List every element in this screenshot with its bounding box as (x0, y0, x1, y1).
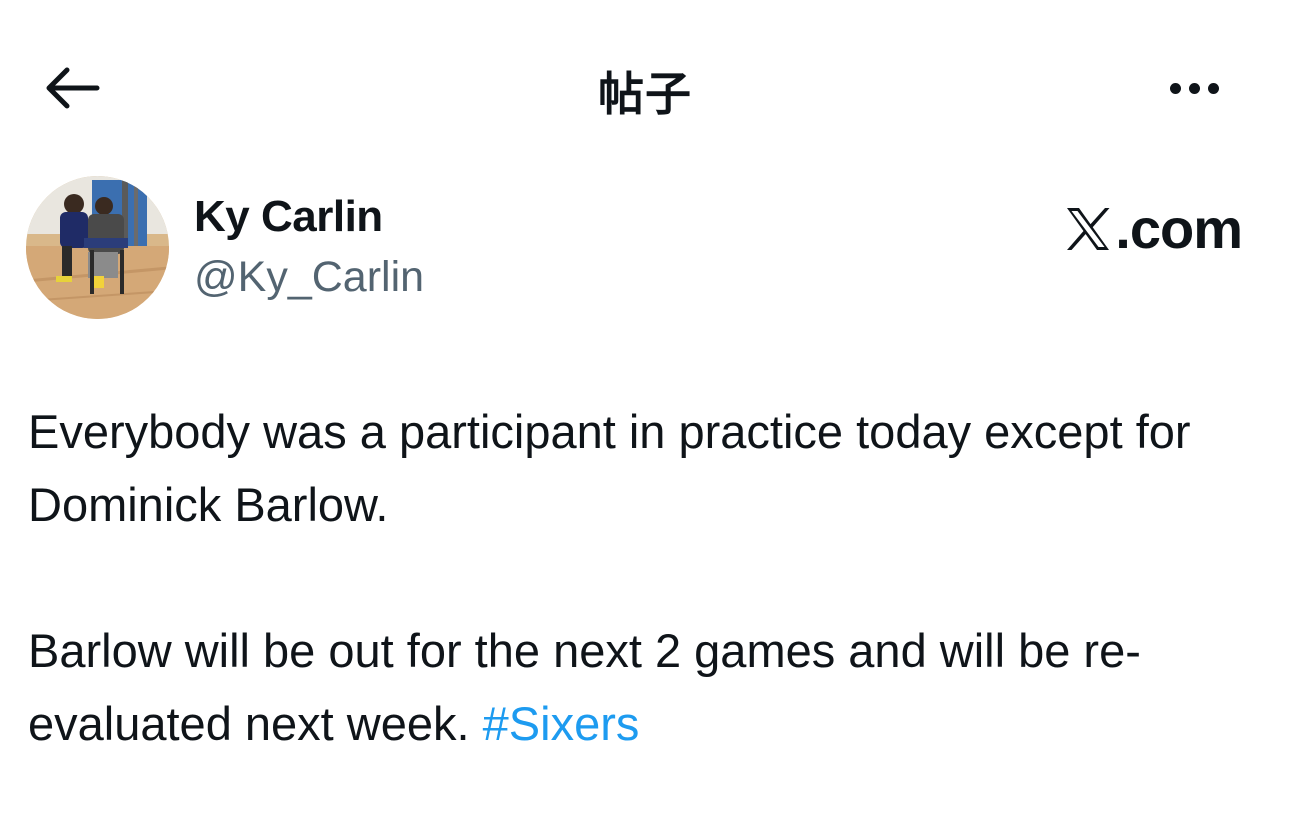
tweet-paragraph: Everybody was a participant in practice … (28, 405, 1191, 531)
author-handle[interactable]: @Ky_Carlin (194, 253, 424, 302)
tweet-author: Ky Carlin @Ky_Carlin .com (26, 176, 1266, 321)
page-title: 帖子 (598, 67, 692, 121)
more-button[interactable] (1156, 64, 1232, 112)
tweet-paragraph: Barlow will be out for the next 2 games … (28, 614, 1248, 760)
author-display-name[interactable]: Ky Carlin (194, 192, 383, 242)
hashtag-link[interactable]: #Sixers (483, 697, 640, 750)
tweet-text: Everybody was a participant in practice … (28, 395, 1248, 760)
top-bar: 帖子 (0, 0, 1290, 175)
avatar[interactable] (26, 176, 169, 319)
brand-text: .com (1115, 197, 1243, 260)
x-logo-icon (1067, 207, 1110, 250)
avatar-photo (26, 176, 169, 319)
brand-logo: .com (1063, 196, 1243, 261)
more-horizontal-icon (1166, 82, 1223, 94)
